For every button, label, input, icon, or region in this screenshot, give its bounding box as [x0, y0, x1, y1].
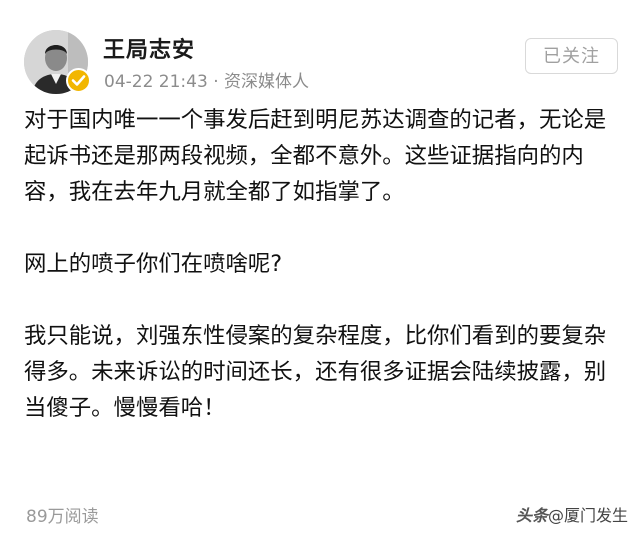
post-body: 对于国内唯一一个事发后赶到明尼苏达调查的记者，无论是起诉书还是那两段视频，全都不…: [24, 102, 622, 426]
post-paragraph: 网上的喷子你们在喷啥呢?: [24, 251, 283, 277]
watermark-account: @厦门发生: [547, 506, 628, 525]
watermark-brand: 头条: [515, 506, 548, 525]
verified-badge-icon: [66, 68, 91, 93]
read-count: 89万阅读: [26, 507, 99, 527]
follow-button[interactable]: 已关注: [525, 38, 618, 74]
post-meta: 04-22 21:43 · 资深媒体人: [104, 72, 310, 92]
post-paragraph: 我只能说，刘强东性侵案的复杂程度，比你们看到的要复杂得多。未来诉讼的时间还长，还…: [24, 323, 607, 421]
post-paragraph: 对于国内唯一一个事发后赶到明尼苏达调查的记者，无论是起诉书还是那两段视频，全都不…: [24, 107, 607, 205]
watermark: 头条@厦门发生: [516, 502, 628, 526]
author-name[interactable]: 王局志安: [103, 32, 195, 64]
weibo-post: 王局志安 04-22 21:43 · 资深媒体人 已关注 对于国内唯一一个事发后…: [0, 0, 640, 535]
